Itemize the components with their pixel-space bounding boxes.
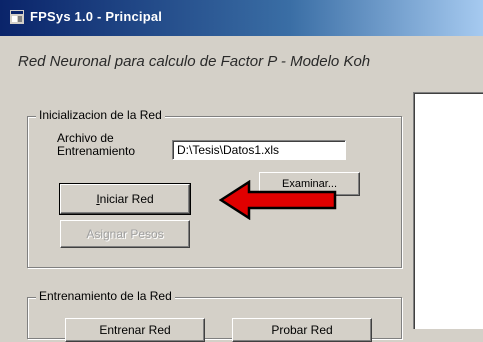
test-network-button[interactable]: Probar Red — [232, 318, 372, 342]
train-group-legend: Entrenamiento de la Red — [36, 289, 175, 303]
train-network-button[interactable]: Entrenar Red — [65, 318, 205, 342]
file-label: Archivo de — [57, 131, 114, 145]
file-label-line2: Entrenamiento — [57, 144, 136, 158]
start-network-button[interactable]: Iniciar Red — [59, 183, 191, 215]
training-file-input[interactable]: D:\Tesis\Datos1.xls — [172, 140, 346, 160]
window-title: FPSys 1.0 - Principal — [30, 9, 163, 24]
assign-weights-button[interactable]: Asignar Pesos — [60, 220, 190, 248]
red-arrow-left-icon — [219, 180, 337, 220]
title-bar[interactable]: FPSys 1.0 - Principal — [0, 0, 483, 36]
init-group-legend: Inicializacion de la Red — [36, 108, 165, 122]
form-subtitle: Red Neuronal para calculo de Factor P - … — [18, 53, 371, 70]
app-icon — [10, 10, 24, 24]
output-pane[interactable] — [413, 92, 483, 329]
